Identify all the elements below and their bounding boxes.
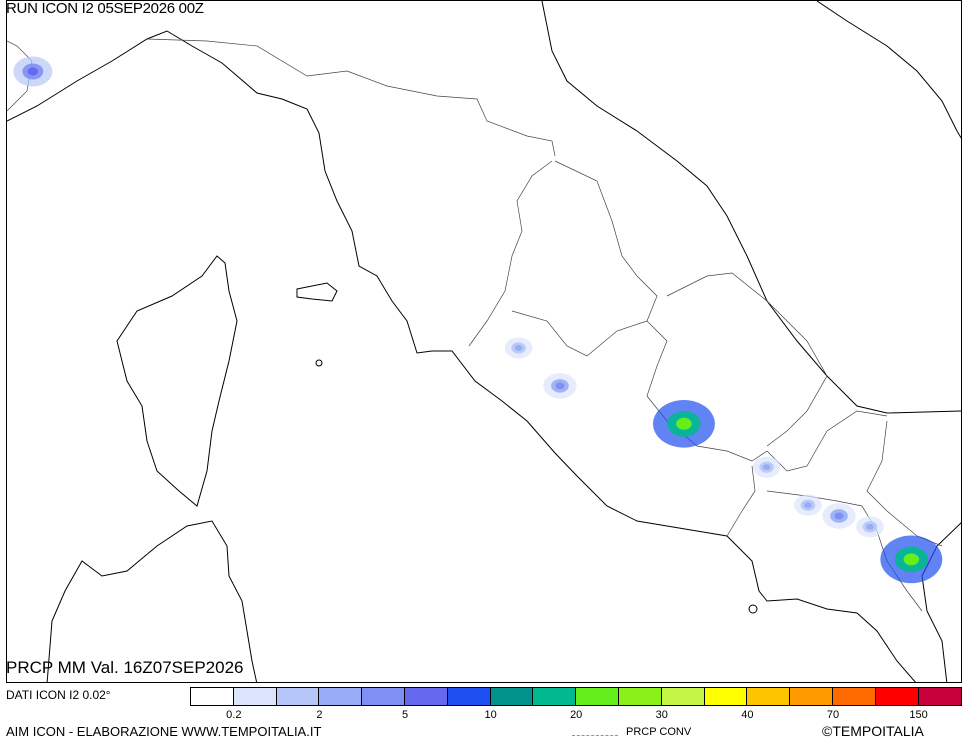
coastlines [7, 1, 961, 682]
credit-label: AIM ICON - ELABORAZIONE WWW.TEMPOITALIA.… [6, 724, 322, 739]
legend-tick-label: 5 [401, 709, 409, 721]
model-resolution-label: DATI ICON I2 0.02° [6, 688, 111, 702]
precip-ring [514, 344, 523, 351]
border-tuscany-umbria [468, 160, 553, 347]
legend-swatch [233, 688, 277, 705]
valid-time-label: PRCP MM Val. 16Z07SEP2026 [6, 658, 244, 677]
precip-cell [13, 56, 53, 87]
legend-tick-label: 10 [484, 709, 497, 721]
precip-legend-bar [190, 687, 963, 706]
precip-cell [653, 400, 715, 448]
precip-ring [834, 512, 844, 520]
legend-swatch [832, 688, 876, 705]
precip-cell [822, 503, 856, 529]
precip-cell [543, 373, 577, 399]
regional-borders [7, 38, 943, 612]
precip-ring [804, 502, 812, 509]
precip-ring [866, 523, 874, 530]
prcp-conv-line [572, 735, 618, 736]
run-label: RUN ICON I2 05SEP2026 00Z [6, 0, 204, 17]
legend-swatch [191, 688, 234, 705]
brand-label: ©TEMPOITALIA [822, 723, 924, 739]
legend-swatch [661, 688, 705, 705]
precip-cell [794, 494, 822, 516]
precip-ring [762, 464, 771, 471]
precip-ring [676, 417, 692, 430]
precip-cell [880, 535, 943, 584]
border-molise-campania [766, 410, 888, 472]
legend-swatch [576, 688, 619, 705]
prcp-conv-label: PRCP CONV [626, 726, 692, 738]
precip-ring [27, 67, 39, 76]
legend-swatch [447, 688, 491, 705]
map-frame [6, 0, 962, 683]
legend-tick-label: 20 [570, 709, 583, 721]
coast-elba [296, 282, 338, 302]
legend-swatch [319, 688, 363, 705]
coast-northeast [816, 1, 961, 139]
precip-ring [903, 553, 920, 566]
precip-ring [555, 382, 565, 390]
legend-tick-label: 150 [909, 709, 928, 721]
border-umbria-marche [554, 160, 658, 322]
legend-tick-label: 40 [741, 709, 754, 721]
precip-cell [856, 516, 884, 538]
legend-swatch [875, 688, 919, 705]
legend-swatch [618, 688, 662, 705]
precip-cell [752, 456, 781, 478]
legend-swatch [790, 688, 833, 705]
legend-swatch [533, 688, 577, 705]
precip-cell [504, 337, 533, 359]
coast-adriatic [541, 1, 961, 414]
map-canvas[interactable] [7, 1, 962, 683]
island-ponza [748, 604, 758, 614]
border-lazio-campania [726, 465, 756, 537]
legend-tick-label: 0.2 [226, 709, 242, 721]
coast-mainland-west [7, 30, 916, 682]
legend-swatch [918, 688, 962, 705]
precip-layer [13, 56, 943, 584]
legend-tick-label: 30 [655, 709, 668, 721]
legend-swatch [490, 688, 534, 705]
border-emilia-tuscany [146, 38, 556, 157]
coast-corsica [116, 255, 238, 507]
legend-swatch [362, 688, 405, 705]
legend-swatch [276, 688, 320, 705]
island-giglio [315, 359, 323, 367]
legend-swatch [747, 688, 791, 705]
legend-tick-label: 2 [316, 709, 323, 721]
legend-swatch [404, 688, 448, 705]
legend-swatch [704, 688, 748, 705]
legend-tick-label: 70 [826, 709, 840, 721]
